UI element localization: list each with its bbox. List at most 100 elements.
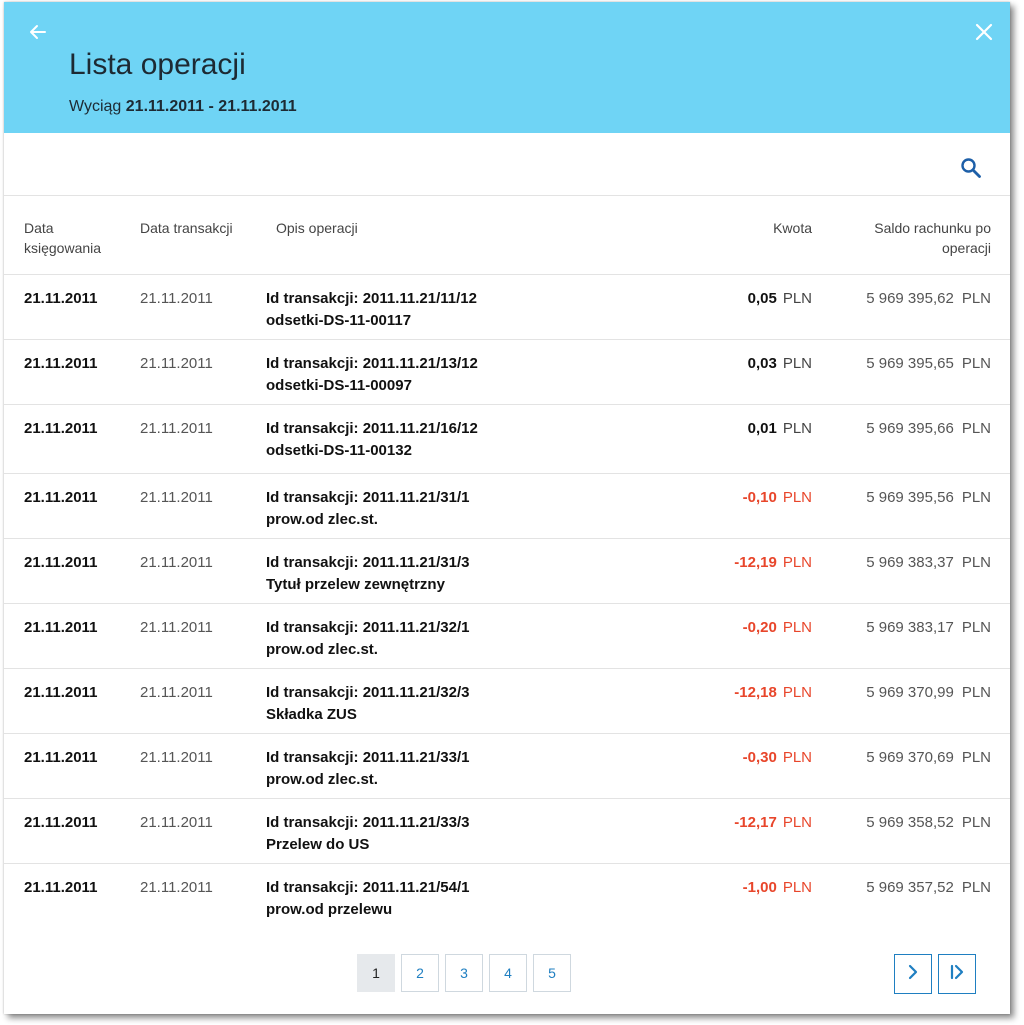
transaction-date: 21.11.2011	[140, 355, 213, 372]
balance: 5 969 358,52 PLN	[824, 812, 991, 834]
operation-description: Id transakcji: 2011.11.21/32/3 Składka ZU…	[266, 682, 686, 726]
amount: 0,01 PLN	[644, 418, 812, 440]
posting-date: 21.11.2011	[24, 290, 98, 307]
operation-description: Id transakcji: 2011.11.21/13/12 odsetki-D…	[266, 353, 686, 397]
balance-value: 5 969 370,69	[866, 749, 954, 766]
operation-description: Id transakcji: 2011.11.21/33/1 prow.od zl…	[266, 747, 686, 791]
column-amount[interactable]: Kwota	[704, 218, 812, 238]
balance: 5 969 383,37 PLN	[824, 552, 991, 574]
balance-value: 5 969 395,56	[866, 489, 954, 506]
column-description[interactable]: Opis operacji	[276, 218, 476, 238]
balance: 5 969 370,99 PLN	[824, 682, 991, 704]
amount-value: -12,18	[734, 684, 777, 701]
balance-currency: PLN	[961, 879, 991, 896]
column-posting-date[interactable]: Data księgowania	[24, 218, 124, 258]
statement-subtitle: Wyciąg 21.11.2011 - 21.11.2011	[69, 98, 297, 116]
amount: -12,17 PLN	[644, 812, 812, 834]
page-button-4[interactable]: 4	[489, 954, 527, 992]
balance: 5 969 383,17 PLN	[824, 617, 991, 639]
page-button-3[interactable]: 3	[445, 954, 483, 992]
operation-title: Przelew do US	[266, 836, 370, 853]
search-button[interactable]	[960, 157, 986, 183]
amount-currency: PLN	[782, 554, 812, 571]
close-button[interactable]	[970, 20, 998, 48]
table-header: Data księgowania Data transakcji Opis op…	[4, 196, 1010, 275]
transaction-date: 21.11.2011	[140, 749, 213, 766]
page-button-2[interactable]: 2	[401, 954, 439, 992]
amount-value: 0,05	[747, 290, 777, 307]
operation-description: Id transakcji: 2011.11.21/31/1 prow.od zl…	[266, 487, 686, 531]
amount-currency: PLN	[782, 684, 812, 701]
balance-currency: PLN	[961, 489, 991, 506]
table-row[interactable]: 21.11.2011 21.11.2011 Id transakcji: 201…	[4, 864, 1010, 928]
balance-currency: PLN	[961, 619, 991, 636]
amount-currency: PLN	[782, 749, 812, 766]
balance: 5 969 395,66 PLN	[824, 418, 991, 440]
transaction-date: 21.11.2011	[140, 814, 213, 831]
operation-title: Składka ZUS	[266, 706, 357, 723]
amount-value: -0,10	[742, 489, 777, 506]
transaction-id: Id transakcji: 2011.11.21/54/1	[266, 879, 470, 896]
balance-currency: PLN	[961, 554, 991, 571]
transaction-date: 21.11.2011	[140, 489, 213, 506]
balance-value: 5 969 383,17	[866, 619, 954, 636]
amount: -0,20 PLN	[644, 617, 812, 639]
amount-value: -0,20	[742, 619, 777, 636]
posting-date: 21.11.2011	[24, 749, 98, 766]
posting-date: 21.11.2011	[24, 814, 98, 831]
next-page-button[interactable]	[894, 954, 932, 994]
chevron-right-icon	[905, 964, 921, 985]
amount-currency: PLN	[782, 355, 812, 372]
transaction-id: Id transakcji: 2011.11.21/33/3	[266, 814, 470, 831]
table-row[interactable]: 21.11.2011 21.11.2011 Id transakcji: 201…	[4, 405, 1010, 474]
table-row[interactable]: 21.11.2011 21.11.2011 Id transakcji: 201…	[4, 340, 1010, 405]
amount-currency: PLN	[782, 814, 812, 831]
balance-value: 5 969 395,65	[866, 355, 954, 372]
posting-date: 21.11.2011	[24, 355, 98, 372]
operation-title: prow.od zlec.st.	[266, 641, 378, 658]
table-row[interactable]: 21.11.2011 21.11.2011 Id transakcji: 201…	[4, 669, 1010, 734]
balance-currency: PLN	[961, 749, 991, 766]
table-row[interactable]: 21.11.2011 21.11.2011 Id transakcji: 201…	[4, 604, 1010, 669]
transaction-date: 21.11.2011	[140, 420, 213, 437]
amount-currency: PLN	[782, 290, 812, 307]
balance: 5 969 370,69 PLN	[824, 747, 991, 769]
amount: -12,18 PLN	[644, 682, 812, 704]
operation-description: Id transakcji: 2011.11.21/54/1 prow.od pr…	[266, 877, 686, 921]
amount-currency: PLN	[782, 879, 812, 896]
balance-value: 5 969 357,52	[866, 879, 954, 896]
amount-currency: PLN	[782, 489, 812, 506]
last-page-button[interactable]	[938, 954, 976, 994]
table-row[interactable]: 21.11.2011 21.11.2011 Id transakcji: 201…	[4, 539, 1010, 604]
amount-value: -0,30	[742, 749, 777, 766]
page-button-5[interactable]: 5	[533, 954, 571, 992]
posting-date: 21.11.2011	[24, 879, 98, 896]
transaction-date: 21.11.2011	[140, 879, 213, 896]
operation-title: Tytuł przelew zewnętrzny	[266, 576, 445, 593]
column-transaction-date[interactable]: Data transakcji	[140, 218, 260, 238]
table-row[interactable]: 21.11.2011 21.11.2011 Id transakcji: 201…	[4, 799, 1010, 864]
page-button-1[interactable]: 1	[357, 954, 395, 992]
table-row[interactable]: 21.11.2011 21.11.2011 Id transakcji: 201…	[4, 734, 1010, 799]
transaction-date: 21.11.2011	[140, 554, 213, 571]
balance-currency: PLN	[961, 814, 991, 831]
operations-table-body: 21.11.2011 21.11.2011 Id transakcji: 201…	[4, 275, 1010, 928]
balance-value: 5 969 370,99	[866, 684, 954, 701]
posting-date: 21.11.2011	[24, 489, 98, 506]
dialog-header: Lista operacji Wyciąg 21.11.2011 - 21.11…	[4, 2, 1010, 133]
operation-description: Id transakcji: 2011.11.21/32/1 prow.od zl…	[266, 617, 686, 661]
table-row[interactable]: 21.11.2011 21.11.2011 Id transakcji: 201…	[4, 474, 1010, 539]
column-balance[interactable]: Saldo rachunku po operacji	[834, 218, 991, 258]
table-row[interactable]: 21.11.2011 21.11.2011 Id transakcji: 201…	[4, 275, 1010, 340]
transaction-id: Id transakcji: 2011.11.21/32/3	[266, 684, 470, 701]
arrow-left-icon	[28, 22, 48, 47]
amount-value: -12,19	[734, 554, 777, 571]
transaction-date: 21.11.2011	[140, 684, 213, 701]
amount: 0,03 PLN	[644, 353, 812, 375]
operations-dialog: Lista operacji Wyciąg 21.11.2011 - 21.11…	[4, 2, 1010, 1014]
back-button[interactable]	[24, 20, 52, 48]
transaction-id: Id transakcji: 2011.11.21/32/1	[266, 619, 470, 636]
transaction-date: 21.11.2011	[140, 290, 213, 307]
balance-value: 5 969 358,52	[866, 814, 954, 831]
posting-date: 21.11.2011	[24, 619, 98, 636]
